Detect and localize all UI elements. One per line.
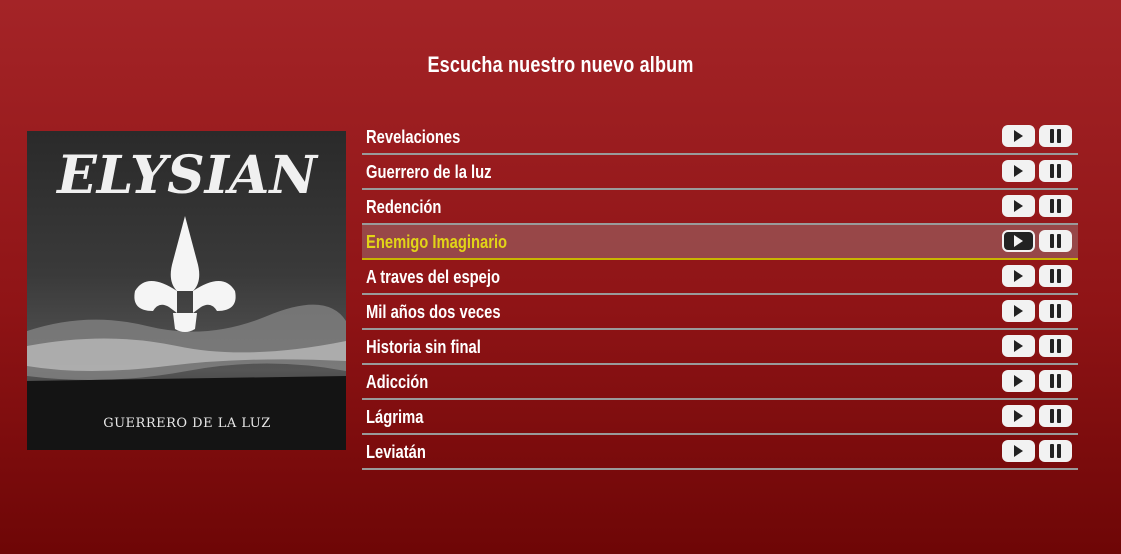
play-icon — [1014, 410, 1023, 422]
track-row[interactable]: Revelaciones — [362, 120, 1078, 155]
pause-button[interactable] — [1039, 405, 1072, 427]
page-title: Escucha nuestro nuevo album — [427, 52, 694, 77]
track-name: Historia sin final — [366, 337, 481, 357]
pause-icon — [1050, 199, 1061, 213]
album-cover: ELYSIAN GUERRERO DE LA LUZ — [27, 131, 346, 450]
pause-icon — [1050, 304, 1061, 318]
play-button[interactable] — [1002, 230, 1035, 252]
track-list: Revelaciones Guerrero de la luz Redención E… — [362, 120, 1078, 470]
play-icon — [1014, 340, 1023, 352]
pause-icon — [1050, 129, 1061, 143]
pause-button[interactable] — [1039, 195, 1072, 217]
pause-icon — [1050, 164, 1061, 178]
pause-icon — [1050, 444, 1061, 458]
track-name: Guerrero de la luz — [366, 162, 492, 182]
pause-button[interactable] — [1039, 370, 1072, 392]
track-row[interactable]: Mil años dos veces — [362, 295, 1078, 330]
pause-icon — [1050, 409, 1061, 423]
play-icon — [1014, 235, 1023, 247]
track-row[interactable]: Historia sin final — [362, 330, 1078, 365]
play-icon — [1014, 130, 1023, 142]
play-icon — [1014, 270, 1023, 282]
track-name: Leviatán — [366, 442, 426, 462]
album-cover-art: ELYSIAN GUERRERO DE LA LUZ — [27, 131, 346, 450]
track-name: Enemigo Imaginario — [366, 232, 508, 252]
play-icon — [1014, 165, 1023, 177]
pause-button[interactable] — [1039, 335, 1072, 357]
pause-button[interactable] — [1039, 265, 1072, 287]
track-row[interactable]: Guerrero de la luz — [362, 155, 1078, 190]
pause-button[interactable] — [1039, 440, 1072, 462]
track-row[interactable]: Leviatán — [362, 435, 1078, 470]
play-button[interactable] — [1002, 440, 1035, 462]
play-icon — [1014, 200, 1023, 212]
track-row[interactable]: Redención — [362, 190, 1078, 225]
track-row[interactable]: Enemigo Imaginario — [362, 225, 1078, 260]
track-name: Mil años dos veces — [366, 302, 501, 322]
track-row[interactable]: A traves del espejo — [362, 260, 1078, 295]
pause-icon — [1050, 234, 1061, 248]
track-name: A traves del espejo — [366, 267, 500, 287]
play-button[interactable] — [1002, 300, 1035, 322]
cover-band-logo: ELYSIAN — [55, 145, 319, 206]
pause-button[interactable] — [1039, 125, 1072, 147]
track-name: Revelaciones — [366, 127, 461, 147]
play-button[interactable] — [1002, 370, 1035, 392]
track-name: Adicción — [366, 372, 429, 392]
play-button[interactable] — [1002, 160, 1035, 182]
pause-button[interactable] — [1039, 160, 1072, 182]
cover-subtitle: GUERRERO DE LA LUZ — [103, 416, 271, 431]
track-name: Redención — [366, 197, 442, 217]
pause-icon — [1050, 339, 1061, 353]
track-row[interactable]: Adicción — [362, 365, 1078, 400]
pause-button[interactable] — [1039, 230, 1072, 252]
play-button[interactable] — [1002, 265, 1035, 287]
pause-icon — [1050, 269, 1061, 283]
play-button[interactable] — [1002, 335, 1035, 357]
pause-button[interactable] — [1039, 300, 1072, 322]
play-button[interactable] — [1002, 195, 1035, 217]
play-icon — [1014, 305, 1023, 317]
play-icon — [1014, 445, 1023, 457]
track-row[interactable]: Lágrima — [362, 400, 1078, 435]
track-name: Lágrima — [366, 407, 424, 427]
play-button[interactable] — [1002, 405, 1035, 427]
play-icon — [1014, 375, 1023, 387]
play-button[interactable] — [1002, 125, 1035, 147]
pause-icon — [1050, 374, 1061, 388]
